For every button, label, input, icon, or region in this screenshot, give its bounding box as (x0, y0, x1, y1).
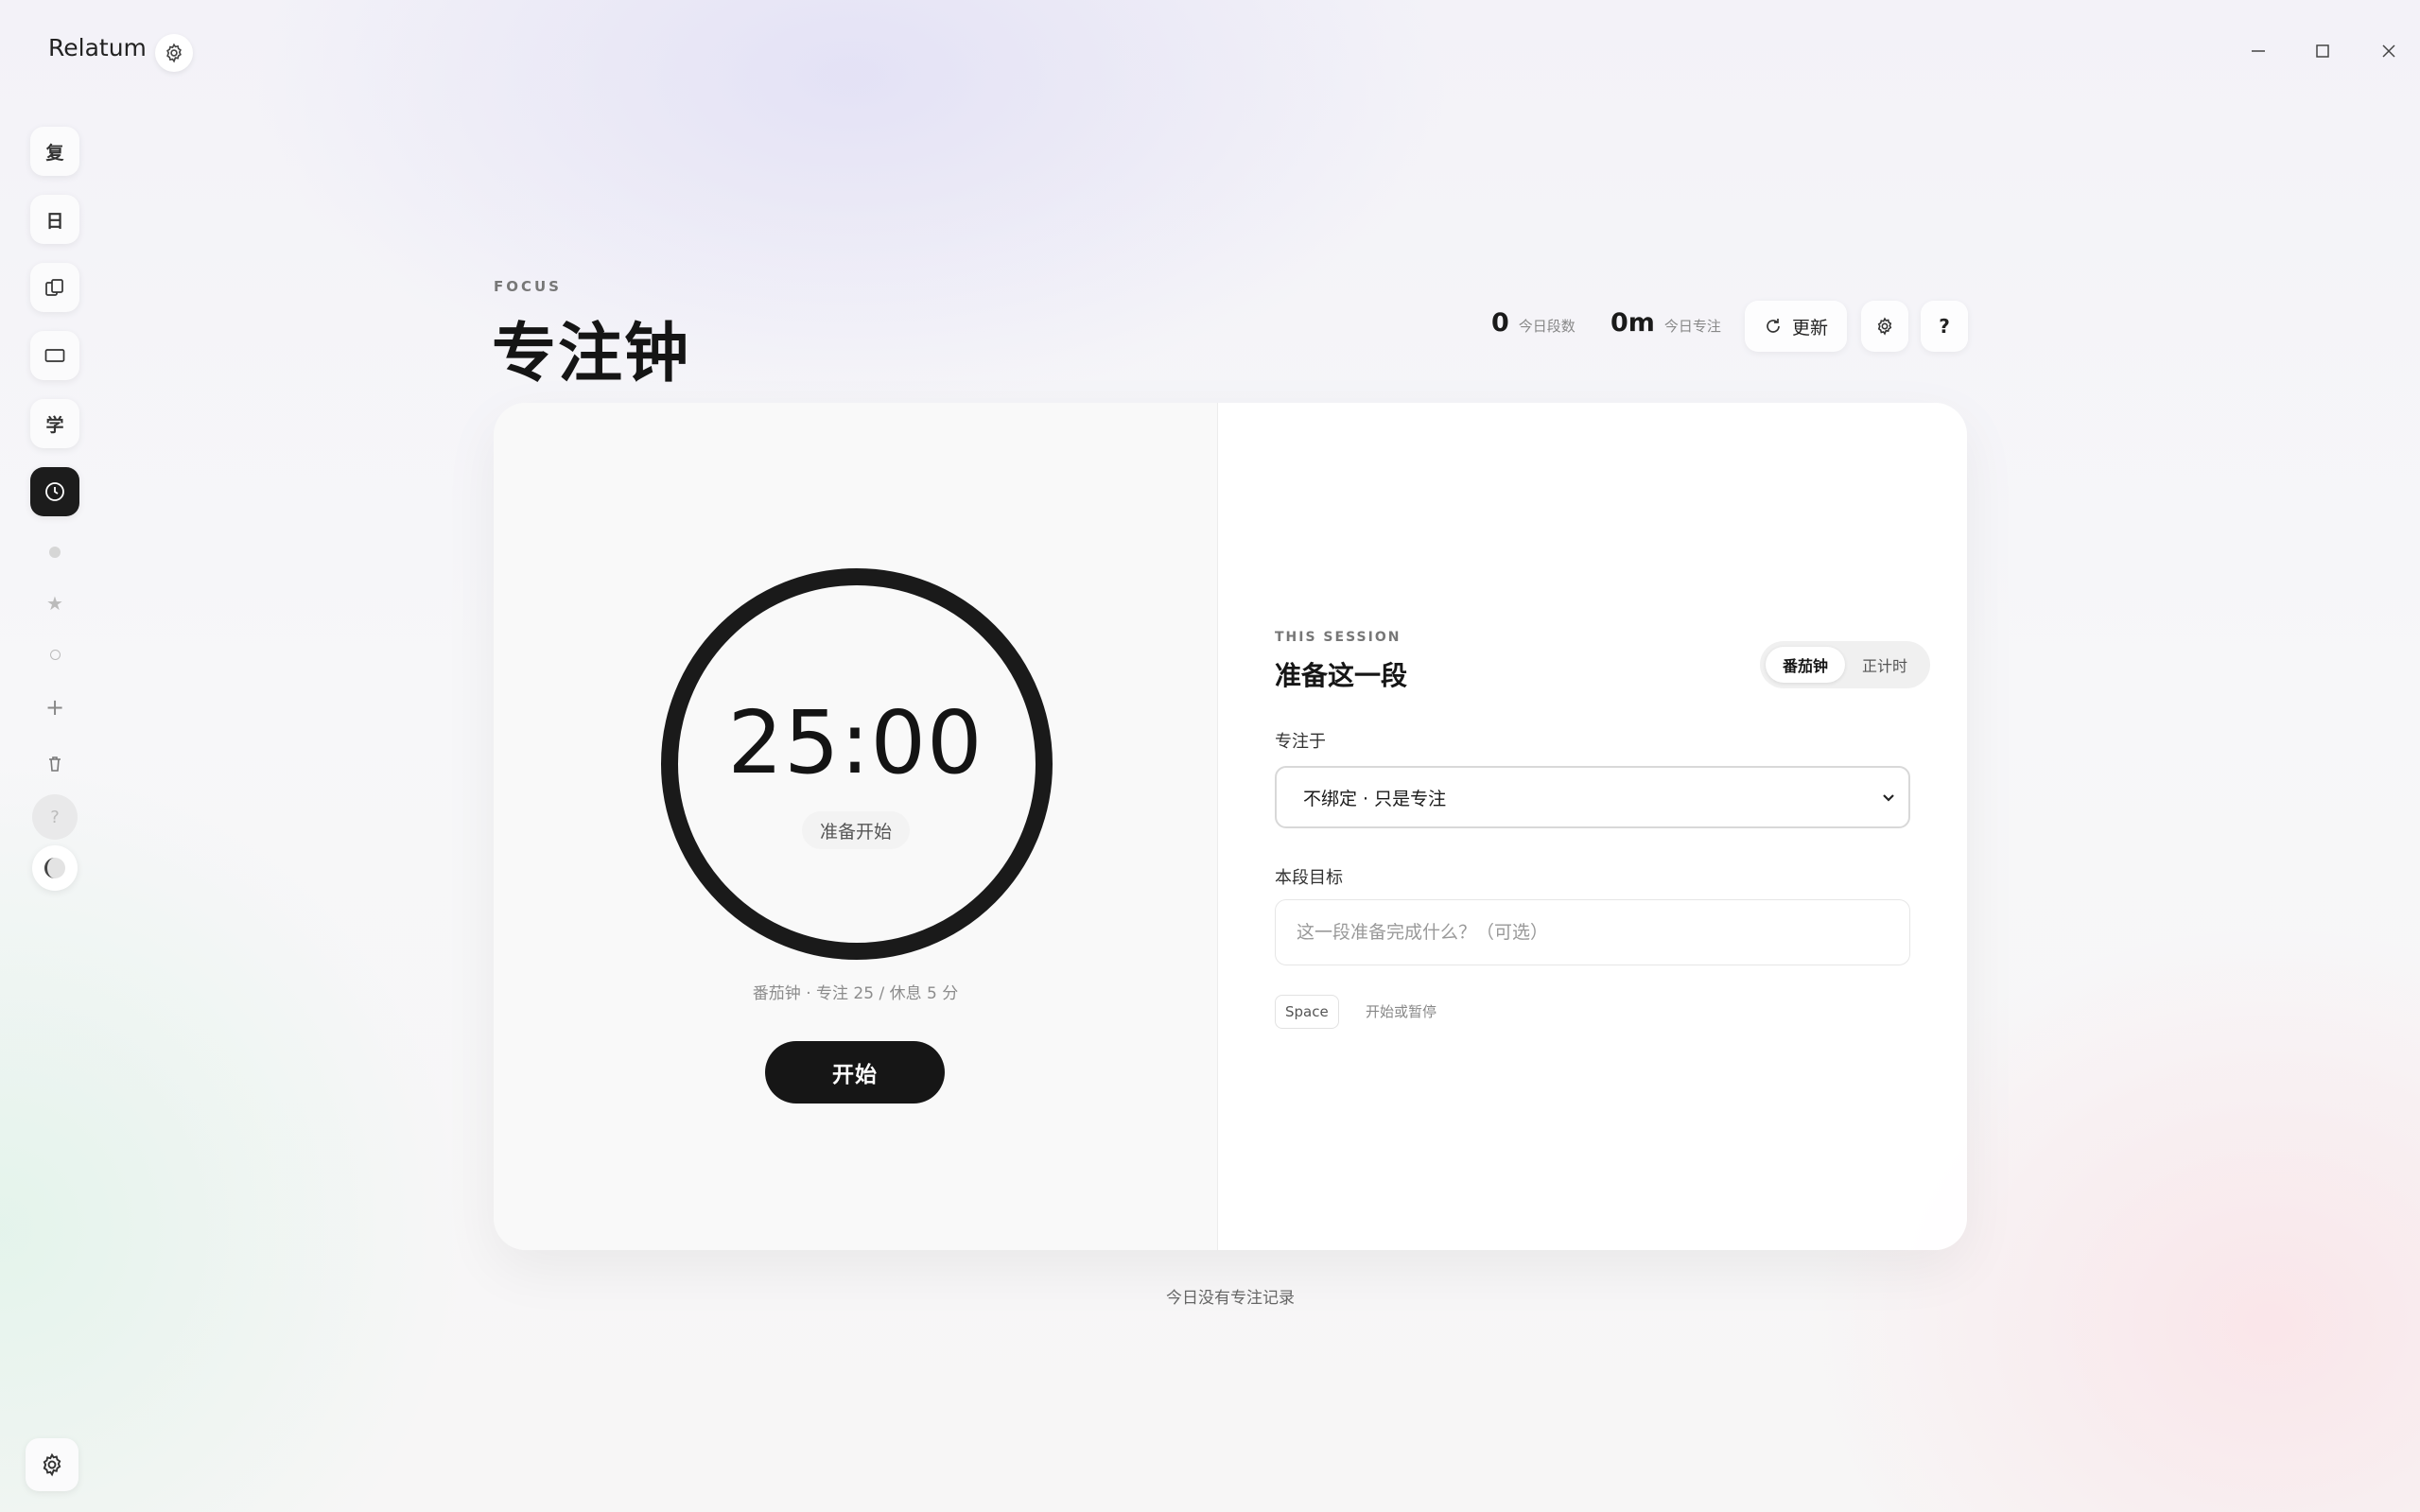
mode-toggle: 番茄钟 正计时 (1760, 641, 1930, 688)
timer-panel: 25:00 准备开始 番茄钟 · 专注 25 / 休息 5 分 开始 (494, 403, 1217, 1250)
shortcut-hint: 开始或暂停 (1366, 1003, 1437, 1020)
sidebar-item-help[interactable]: ? (32, 794, 78, 840)
theme-toggle[interactable] (32, 845, 78, 891)
title-bar: Relatum (0, 0, 2420, 104)
stat-label: 今日段数 (1518, 318, 1576, 335)
close-button[interactable] (2370, 32, 2408, 70)
question-icon: ? (50, 807, 60, 827)
select-value: 不绑定 · 只是专注 (1303, 788, 1447, 809)
focus-settings-button[interactable] (1861, 301, 1908, 352)
help-button[interactable]: ? (1921, 301, 1968, 352)
sidebar-item-dot[interactable] (30, 535, 79, 569)
trash-icon (49, 756, 61, 772)
stat-today-sessions: 0 今日段数 (1491, 308, 1576, 338)
clock-icon (45, 482, 64, 501)
shortcut-key: Space (1275, 995, 1339, 1029)
stat-label: 今日专注 (1663, 318, 1721, 335)
focus-on-label: 专注于 (1275, 732, 1326, 752)
minimize-icon (2252, 50, 2265, 52)
sidebar-item-circle[interactable] (30, 637, 79, 671)
maximize-button[interactable] (2304, 32, 2342, 70)
timer-info: 番茄钟 · 专注 25 / 休息 5 分 (752, 984, 959, 1003)
minimize-button[interactable] (2239, 32, 2277, 70)
sidebar-item-label: 复 (45, 142, 64, 164)
sidebar-settings-button[interactable] (26, 1438, 78, 1491)
stat-value: 0 (1491, 308, 1509, 338)
timer-status: 准备开始 (802, 811, 910, 849)
gear-icon (43, 1452, 61, 1477)
gear-icon (166, 43, 182, 63)
gear-icon (1877, 317, 1892, 336)
session-panel: THIS SESSION 准备这一段 番茄钟 正计时 专注于 不绑定 · 只是专… (1217, 403, 1967, 1250)
mode-stopwatch[interactable]: 正计时 (1845, 647, 1924, 683)
sidebar-item-add[interactable]: + (30, 690, 79, 724)
chevron-down-icon (1883, 794, 1894, 802)
plus-icon: + (44, 694, 65, 721)
empty-records-note: 今日没有专注记录 (1166, 1289, 1295, 1308)
focus-card: 25:00 准备开始 番茄钟 · 专注 25 / 休息 5 分 开始 THIS … (494, 403, 1967, 1250)
sidebar-item-review[interactable]: 复 (30, 127, 79, 176)
maximize-icon (2316, 44, 2329, 58)
star-icon: ★ (46, 592, 63, 615)
goal-input[interactable] (1275, 899, 1910, 965)
question-icon: ? (1939, 315, 1950, 338)
refresh-button[interactable]: 更新 (1745, 301, 1847, 352)
stat-value: 0m (1610, 308, 1655, 338)
sidebar-item-focus[interactable] (30, 467, 79, 516)
sidebar-item-trash[interactable] (30, 747, 79, 781)
focus-on-select[interactable]: 不绑定 · 只是专注 (1275, 766, 1910, 828)
app-title: Relatum (48, 34, 147, 61)
timer-display: 25:00 (727, 692, 984, 793)
circle-icon (49, 649, 61, 660)
sidebar-item-star[interactable]: ★ (30, 586, 79, 620)
sidebar-item-label: 学 (45, 414, 64, 436)
page-eyebrow: FOCUS (494, 278, 562, 295)
theme-icon (44, 858, 65, 878)
sidebar-item-cards[interactable] (30, 263, 79, 312)
cards-icon (45, 279, 63, 296)
page-title: 专注钟 (492, 317, 691, 391)
stat-today-focus: 0m 今日专注 (1610, 308, 1721, 338)
start-button[interactable]: 开始 (765, 1041, 945, 1104)
sidebar-item-daily[interactable]: 日 (30, 195, 79, 244)
close-icon (2382, 44, 2395, 58)
sidebar-item-learn[interactable]: 学 (30, 399, 79, 448)
window-icon (44, 349, 65, 362)
goal-label: 本段目标 (1275, 868, 1343, 888)
sidebar-item-window[interactable] (30, 331, 79, 380)
settings-button[interactable] (155, 34, 193, 72)
mode-pomodoro[interactable]: 番茄钟 (1766, 647, 1845, 683)
refresh-label: 更新 (1791, 317, 1828, 339)
sidebar-item-label: 日 (45, 210, 64, 232)
dot-icon (49, 547, 61, 558)
session-title: 准备这一段 (1275, 660, 1408, 691)
session-eyebrow: THIS SESSION (1275, 630, 1402, 645)
refresh-icon (1767, 319, 1780, 333)
